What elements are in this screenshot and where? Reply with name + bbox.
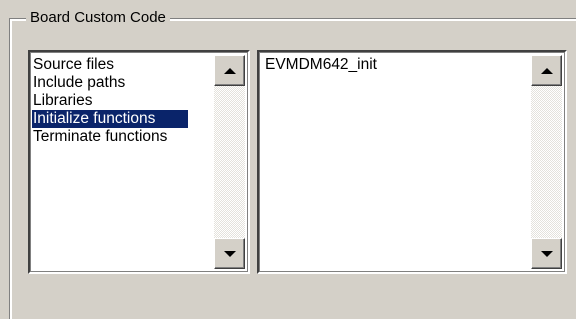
chevron-up-icon (223, 67, 236, 74)
chevron-down-icon (223, 250, 236, 257)
chevron-up-icon (540, 67, 553, 74)
category-list: Source files Include paths Libraries Ini… (32, 56, 208, 146)
category-scrollbar[interactable] (214, 55, 245, 269)
list-item-code-entry[interactable]: EVMDM642_init (261, 56, 525, 74)
list-item-libraries[interactable]: Libraries (32, 92, 208, 110)
code-entries-scrollbar[interactable] (531, 55, 562, 269)
list-item-include-paths[interactable]: Include paths (32, 74, 208, 92)
code-scroll-down-button[interactable] (531, 238, 562, 269)
code-entries-list: EVMDM642_init (261, 56, 525, 74)
code-entries-listbox[interactable]: EVMDM642_init (257, 50, 567, 274)
category-scroll-up-button[interactable] (214, 55, 245, 86)
group-title: Board Custom Code (26, 8, 170, 28)
list-item-terminate-functions[interactable]: Terminate functions (32, 128, 208, 146)
list-item-initialize-functions[interactable]: Initialize functions (32, 110, 188, 128)
category-listbox[interactable]: Source files Include paths Libraries Ini… (28, 50, 250, 274)
code-scroll-up-button[interactable] (531, 55, 562, 86)
chevron-down-icon (540, 250, 553, 257)
category-scroll-down-button[interactable] (214, 238, 245, 269)
list-item-source-files[interactable]: Source files (32, 56, 208, 74)
